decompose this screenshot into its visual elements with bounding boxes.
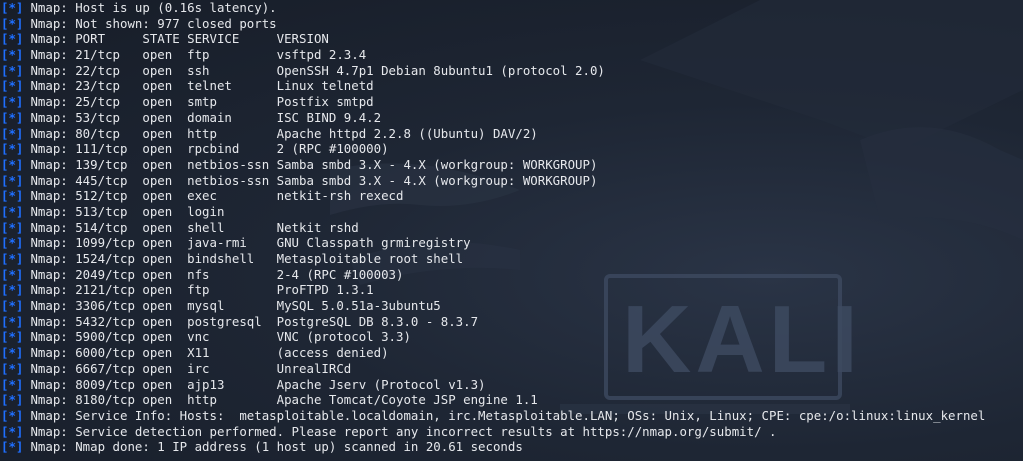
status-marker: [*]: [1, 219, 24, 235]
output-text: Nmap: 445/tcp open netbios-ssn Samba smb…: [30, 172, 598, 188]
output-line: [*] Nmap: Service Info: Hosts: metasploi…: [0, 408, 1023, 424]
output-text: Nmap: Not shown: 977 closed ports: [30, 15, 277, 31]
output-text: Nmap: 5900/tcp open vnc VNC (protocol 3.…: [30, 329, 411, 345]
status-marker: [*]: [1, 188, 24, 204]
status-marker: [*]: [1, 31, 24, 47]
output-text: Nmap: 1099/tcp open java-rmi GNU Classpa…: [30, 235, 471, 251]
status-marker: [*]: [1, 423, 24, 439]
status-marker: [*]: [1, 329, 24, 345]
output-line: [*] Nmap: 8009/tcp open ajp13 Apache Jse…: [0, 377, 1023, 393]
output-line: [*] Nmap: 512/tcp open exec netkit-rsh r…: [0, 188, 1023, 204]
status-marker: [*]: [1, 125, 24, 141]
output-line: [*] Nmap: 1524/tcp open bindshell Metasp…: [0, 251, 1023, 267]
output-line: [*] Nmap: 445/tcp open netbios-ssn Samba…: [0, 173, 1023, 189]
terminal-window[interactable]: KALI [*] Nmap: Host is up (0.16s latency…: [0, 0, 1023, 461]
output-line: [*] Nmap: 80/tcp open http Apache httpd …: [0, 126, 1023, 142]
output-line: [*] Nmap: PORT STATE SERVICE VERSION: [0, 31, 1023, 47]
output-line: [*] Nmap: Nmap done: 1 IP address (1 hos…: [0, 439, 1023, 455]
output-text: Nmap: 21/tcp open ftp vsftpd 2.3.4: [30, 47, 367, 63]
status-marker: [*]: [1, 439, 24, 455]
output-text: Nmap: Service Info: Hosts: metasploitabl…: [30, 407, 986, 423]
output-line: [*] Nmap: 22/tcp open ssh OpenSSH 4.7p1 …: [0, 63, 1023, 79]
status-marker: [*]: [1, 251, 24, 266]
output-text: Nmap: 139/tcp open netbios-ssn Samba smb…: [30, 156, 598, 172]
output-line: [*] Nmap: 5432/tcp open postgresql Postg…: [0, 314, 1023, 330]
status-marker: [*]: [1, 47, 24, 63]
output-line: [*] Nmap: 25/tcp open smtp Postfix smtpd: [0, 94, 1023, 110]
output-line: [*] Nmap: 513/tcp open login: [0, 204, 1023, 220]
output-text: Nmap: 53/tcp open domain ISC BIND 9.4.2: [30, 109, 382, 125]
status-marker: [*]: [1, 392, 24, 408]
status-marker: [*]: [1, 298, 24, 314]
status-marker: [*]: [1, 376, 24, 392]
output-line: [*] Nmap: 23/tcp open telnet Linux telne…: [0, 78, 1023, 94]
status-marker: [*]: [1, 0, 24, 15]
output-text: Nmap: 513/tcp open login: [30, 203, 225, 219]
output-line: [*] Nmap: 8180/tcp open http Apache Tomc…: [0, 392, 1023, 408]
status-marker: [*]: [1, 360, 24, 376]
status-marker: [*]: [1, 266, 24, 282]
output-line: [*] Nmap: Not shown: 977 closed ports: [0, 16, 1023, 32]
output-text: Nmap: 80/tcp open http Apache httpd 2.2.…: [30, 125, 538, 141]
status-marker: [*]: [1, 235, 24, 251]
status-marker: [*]: [1, 78, 24, 94]
output-line: [*] Nmap: 2049/tcp open nfs 2-4 (RPC #10…: [0, 267, 1023, 283]
output-text: Nmap: 8180/tcp open http Apache Tomcat/C…: [30, 392, 538, 408]
output-line: [*] Nmap: 21/tcp open ftp vsftpd 2.3.4: [0, 47, 1023, 63]
output-line: [*] Nmap: 53/tcp open domain ISC BIND 9.…: [0, 110, 1023, 126]
output-text: Nmap: 1524/tcp open bindshell Metasploit…: [30, 251, 464, 266]
status-marker: [*]: [1, 345, 24, 361]
output-line: [*] Nmap: 111/tcp open rpcbind 2 (RPC #1…: [0, 141, 1023, 157]
output-text: Nmap: 23/tcp open telnet Linux telnetd: [30, 78, 374, 94]
status-marker: [*]: [1, 109, 24, 125]
output-line: [*] Nmap: Host is up (0.16s latency).: [0, 0, 1023, 16]
output-text: Nmap: 25/tcp open smtp Postfix smtpd: [30, 94, 374, 110]
output-line: [*] Nmap: 139/tcp open netbios-ssn Samba…: [0, 157, 1023, 173]
status-marker: [*]: [1, 172, 24, 188]
output-text: Nmap: 2049/tcp open nfs 2-4 (RPC #100003…: [30, 266, 404, 282]
output-text: Nmap: 5432/tcp open postgresql PostgreSQ…: [30, 313, 479, 329]
output-text: Nmap: Service detection performed. Pleas…: [30, 423, 777, 439]
terminal-output: [*] Nmap: Host is up (0.16s latency). [*]…: [0, 0, 1023, 455]
status-marker: [*]: [1, 313, 24, 329]
output-text: Nmap: 514/tcp open shell Netkit rshd: [30, 219, 359, 235]
output-text: Nmap: PORT STATE SERVICE VERSION: [30, 31, 329, 47]
output-line: [*] Nmap: 2121/tcp open ftp ProFTPD 1.3.…: [0, 282, 1023, 298]
status-marker: [*]: [1, 407, 24, 423]
output-text: Nmap: 512/tcp open exec netkit-rsh rexec…: [30, 188, 404, 204]
output-line: [*] Nmap: 1099/tcp open java-rmi GNU Cla…: [0, 235, 1023, 251]
output-text: Nmap: 6000/tcp open X11 (access denied): [30, 345, 389, 361]
output-text: Nmap: Nmap done: 1 IP address (1 host up…: [30, 439, 523, 455]
output-text: Nmap: 2121/tcp open ftp ProFTPD 1.3.1: [30, 282, 374, 298]
output-line: [*] Nmap: 3306/tcp open mysql MySQL 5.0.…: [0, 298, 1023, 314]
status-marker: [*]: [1, 94, 24, 110]
status-marker: [*]: [1, 203, 24, 219]
output-line: [*] Nmap: 6000/tcp open X11 (access deni…: [0, 345, 1023, 361]
output-text: Nmap: 6667/tcp open irc UnrealIRCd: [30, 360, 352, 376]
output-text: Nmap: 3306/tcp open mysql MySQL 5.0.51a-…: [30, 298, 441, 314]
output-text: Nmap: 8009/tcp open ajp13 Apache Jserv (…: [30, 376, 486, 392]
status-marker: [*]: [1, 62, 24, 78]
status-marker: [*]: [1, 141, 24, 157]
output-line: [*] Nmap: 6667/tcp open irc UnrealIRCd: [0, 361, 1023, 377]
status-marker: [*]: [1, 15, 24, 31]
output-line: [*] Nmap: Service detection performed. P…: [0, 424, 1023, 440]
status-marker: [*]: [1, 156, 24, 172]
output-text: Nmap: 111/tcp open rpcbind 2 (RPC #10000…: [30, 141, 389, 157]
output-text: Nmap: Host is up (0.16s latency).: [30, 0, 277, 15]
output-line: [*] Nmap: 5900/tcp open vnc VNC (protoco…: [0, 329, 1023, 345]
output-line: [*] Nmap: 514/tcp open shell Netkit rshd: [0, 220, 1023, 236]
status-marker: [*]: [1, 282, 24, 298]
output-text: Nmap: 22/tcp open ssh OpenSSH 4.7p1 Debi…: [30, 62, 605, 78]
